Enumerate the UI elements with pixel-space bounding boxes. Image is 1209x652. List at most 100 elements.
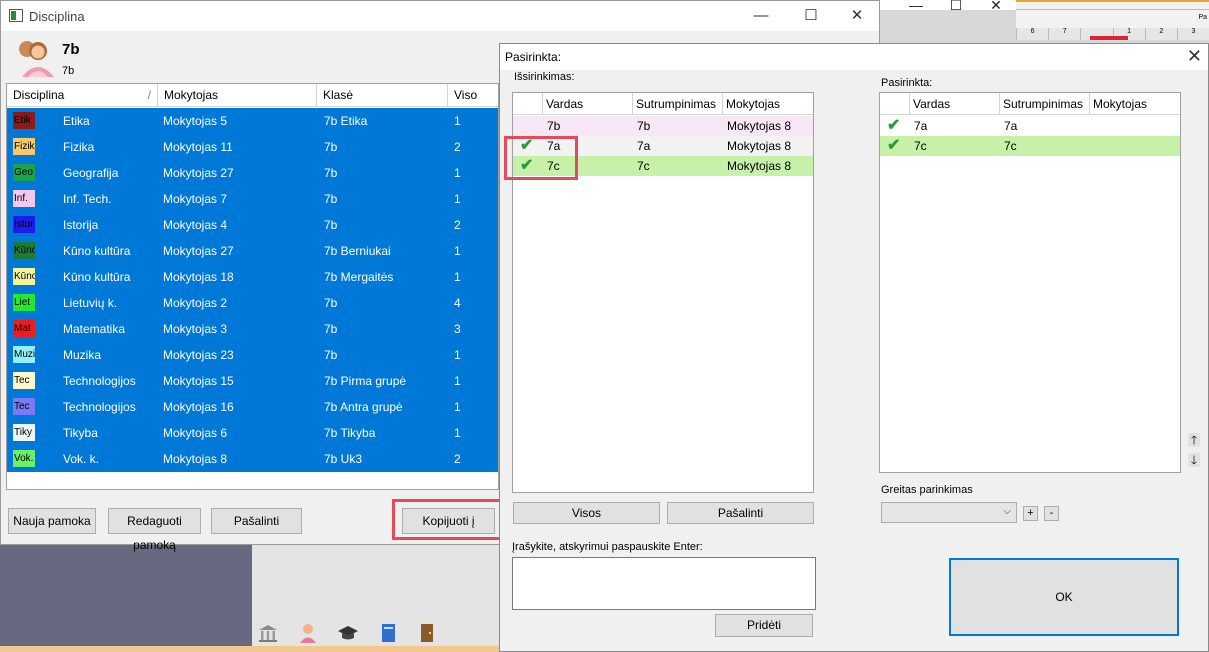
remove-preset-button[interactable]: - [1044, 506, 1059, 521]
cell-teacher: Mokytojas 18 [163, 270, 234, 284]
building-columns-icon[interactable] [256, 621, 280, 645]
cell-teacher: Mokytojas 3 [163, 322, 228, 336]
subject-color-chip: Fizik [13, 138, 35, 155]
subject-color-chip: Tiky [13, 424, 35, 441]
list-item[interactable]: ✔ 7a 7a [880, 116, 1180, 136]
cell-total: 1 [454, 192, 461, 206]
column-header-check [880, 93, 910, 115]
table-row[interactable]: Kūno Kūno kultūra Mokytojas 18 7b Mergaitės… [7, 264, 498, 290]
minimize-button[interactable]: — [739, 5, 783, 27]
table-row[interactable]: Muzi Muzika Mokytojas 23 7b 1 [7, 342, 498, 368]
delete-button[interactable]: Pašalinti [211, 508, 302, 534]
chevron-down-icon: ⌵ [1003, 506, 1011, 517]
column-header-short[interactable]: Sutrumpinimas [1000, 93, 1090, 115]
ok-button[interactable]: OK [949, 558, 1179, 636]
table-row[interactable]: Istor Istorija Mokytojas 4 7b 2 [7, 212, 498, 238]
subject-color-chip: Tec [13, 398, 35, 415]
add-preset-button[interactable]: + [1023, 506, 1038, 521]
timetable-highlight [1090, 36, 1128, 40]
cell-teacher: Mokytojas 8 [727, 159, 792, 173]
column-header-teacher[interactable]: Mokytojas [158, 84, 317, 107]
maximize-button[interactable]: ☐ [789, 5, 833, 27]
teacher-avatar-icon [11, 35, 55, 79]
checkmark-icon: ✔ [887, 137, 901, 154]
cell-discipline: Tikyba [63, 426, 98, 440]
table-row[interactable]: Inf. Inf. Tech. Mokytojas 7 7b 1 [7, 186, 498, 212]
column-header-teacher[interactable]: Mokytojas [1090, 93, 1180, 115]
class-name: 7b [62, 41, 80, 58]
column-header-name[interactable]: Vardas [543, 93, 633, 115]
table-row[interactable]: Tiky Tikyba Mokytojas 6 7b Tikyba 1 [7, 420, 498, 446]
cell-teacher: Mokytojas 8 [163, 452, 228, 466]
table-row[interactable]: Tec Technologijos Mokytojas 15 7b Pirma gru… [7, 368, 498, 394]
cell-teacher: Mokytojas 27 [163, 244, 234, 258]
table-row[interactable]: Geo Geografija Mokytojas 27 7b 1 [7, 160, 498, 186]
person-icon[interactable] [296, 621, 320, 645]
list-item[interactable]: 7b 7b Mokytojas 8 [513, 116, 813, 136]
column-header-name[interactable]: Vardas [910, 93, 1000, 115]
cell-teacher: Mokytojas 8 [727, 119, 792, 133]
select-all-button[interactable]: Visos [513, 502, 660, 524]
quick-select-dropdown[interactable]: ⌵ [881, 502, 1017, 523]
table-row[interactable]: Mat Matematika Mokytojas 3 7b 3 [7, 316, 498, 342]
column-header-short[interactable]: Sutrumpinimas [633, 93, 723, 115]
table-row[interactable]: Kūno Kūno kultūra Mokytojas 27 7b Berniukai… [7, 238, 498, 264]
column-header-discipline[interactable]: Disciplina / [7, 84, 158, 107]
table-header: Disciplina / Mokytojas Klasė Viso [7, 84, 498, 107]
column-header-class[interactable]: Klasė [317, 84, 448, 107]
door-icon[interactable] [416, 621, 440, 645]
cell-teacher: Mokytojas 8 [727, 139, 792, 153]
column-header-check [513, 93, 543, 115]
subject-color-chip: Liet [13, 294, 35, 311]
toolbar-dock [256, 620, 440, 646]
cell-total: 2 [454, 140, 461, 154]
cell-teacher: Mokytojas 11 [163, 140, 233, 154]
subject-color-chip: Tec [13, 372, 35, 389]
available-list-header: Vardas Sutrumpinimas Mokytojas [513, 93, 813, 115]
cell-discipline: Muzika [63, 348, 102, 362]
cell-total: 2 [454, 218, 461, 232]
book-icon[interactable] [376, 621, 400, 645]
cell-teacher: Mokytojas 4 [163, 218, 228, 232]
cell-total: 1 [454, 400, 461, 414]
selected-list[interactable]: Vardas Sutrumpinimas Mokytojas ✔ 7a 7a ✔ 7c 7… [879, 92, 1181, 473]
table-row[interactable]: Etik Etika Mokytojas 5 7b Etika 1 [7, 108, 498, 134]
move-up-icon[interactable]: 🡑 [1188, 433, 1200, 447]
app-icon [9, 9, 23, 22]
window-title: Disciplina [29, 9, 85, 24]
add-button[interactable]: Pridėti [715, 614, 813, 637]
column-header-teacher[interactable]: Mokytojas [723, 93, 813, 115]
cell-discipline: Matematika [63, 322, 126, 336]
maximize-icon[interactable]: ☐ [936, 0, 976, 12]
close-button[interactable]: ✕ [835, 5, 879, 27]
subject-color-chip: Etik [13, 112, 35, 129]
cell-total: 1 [454, 114, 461, 128]
move-down-icon[interactable]: 🡓 [1188, 453, 1200, 467]
list-item[interactable]: ✔ 7c 7c [880, 136, 1180, 156]
minimize-icon[interactable]: — [896, 0, 936, 12]
cell-class: 7b Mergaitės [324, 270, 394, 284]
close-icon[interactable]: ✕ [1187, 46, 1202, 66]
table-row[interactable]: Tec Technologijos Mokytojas 16 7b Antra gru… [7, 394, 498, 420]
table-row[interactable]: Fizik Fizika Mokytojas 11 7b 2 [7, 134, 498, 160]
cell-class: 7b Uk3 [324, 452, 363, 466]
remove-button[interactable]: Pašalinti [667, 502, 814, 524]
cell-short: 7a [1004, 119, 1018, 133]
column-header-total[interactable]: Viso [448, 84, 498, 107]
table-row[interactable]: Liet Lietuvių k. Mokytojas 2 7b 4 [7, 290, 498, 316]
background-window-controls: — ☐ ✕ [896, 0, 1016, 12]
close-icon[interactable]: ✕ [976, 0, 1016, 12]
discipline-table[interactable]: Disciplina / Mokytojas Klasė Viso Etik Eti… [6, 83, 499, 490]
cell-total: 1 [454, 374, 461, 388]
table-row[interactable]: Vok. Vok. k. Mokytojas 8 7b Uk3 2 [7, 446, 498, 472]
cell-discipline: Fizika [63, 140, 95, 154]
cell-teacher: Mokytojas 6 [163, 426, 228, 440]
class-subtitle: 7b [62, 65, 75, 77]
entry-input[interactable] [512, 557, 816, 610]
graduation-cap-icon[interactable] [336, 621, 360, 645]
background-sidebar [0, 545, 252, 652]
edit-lesson-button[interactable]: Redaguoti pamoką [108, 508, 201, 552]
cell-total: 4 [454, 296, 461, 310]
background-timetable-header: Pa 6 7 1 2 3 [1016, 0, 1209, 40]
new-lesson-button[interactable]: Nauja pamoka [8, 508, 96, 534]
